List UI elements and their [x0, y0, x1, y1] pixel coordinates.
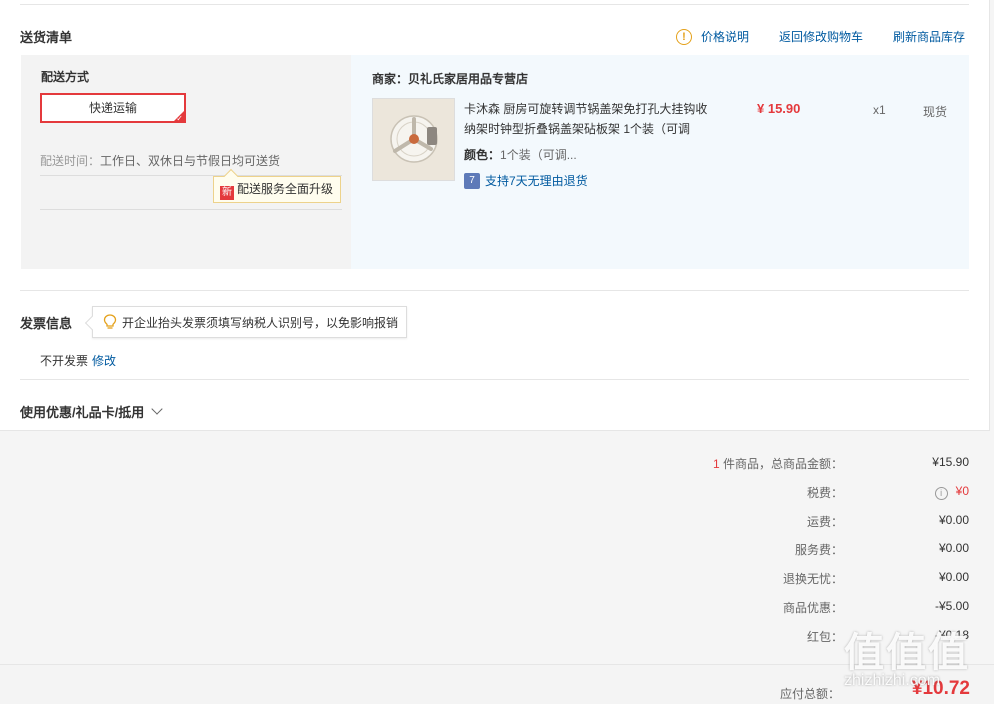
- summary-return-value: ¥0.00: [938, 570, 969, 584]
- summary-tax-value-wrap: i ¥0: [934, 484, 969, 500]
- service-upgrade-tip[interactable]: 新配送服务全面升级: [213, 168, 341, 203]
- return-policy-text: 支持7天无理由退货: [485, 174, 588, 188]
- price-explain-link[interactable]: 价格说明: [701, 28, 749, 45]
- shipping-time-value: 工作日、双休日与节假日均可送货: [100, 154, 281, 168]
- summary-goods-total: 1 件商品，总商品金额： ¥15.90: [600, 455, 970, 473]
- tooltip-arrow: [223, 168, 239, 184]
- item-count-suffix: 件商品，总商品金额：: [719, 457, 843, 471]
- summary-return-label: 退换无忧：: [782, 572, 843, 586]
- summary-service-fee-label: 服务费：: [794, 543, 843, 557]
- payable-label: 应付总额：: [779, 687, 840, 701]
- product-thumbnail[interactable]: [372, 98, 455, 181]
- delivery-list-title: 送货清单: [20, 30, 73, 45]
- coupon-toggle[interactable]: 使用优惠/礼品卡/抵用: [20, 402, 163, 421]
- summary-discount-label: 商品优惠：: [782, 601, 843, 615]
- summary-tax-value: ¥0: [955, 484, 969, 498]
- summary-tax: 税费： i ¥0: [600, 484, 970, 502]
- invoice-tip: 开企业抬头发票须填写纳税人识别号，以免影响报销: [84, 306, 407, 338]
- seven-day-return-icon: 7: [464, 172, 480, 189]
- back-to-cart-link[interactable]: 返回修改购物车: [779, 28, 863, 45]
- summary-return-worry-free: 退换无忧： ¥0.00: [600, 570, 970, 588]
- coupon-title: 使用优惠/礼品卡/抵用: [20, 405, 145, 420]
- summary-red-packet-value: -¥0.18: [934, 628, 969, 642]
- summary-service-fee-value: ¥0.00: [938, 541, 969, 555]
- summary-tax-label: 税费：: [806, 486, 843, 500]
- edit-invoice-link[interactable]: 修改: [92, 354, 116, 368]
- product-color: 颜色：1个装（可调...: [464, 146, 577, 163]
- product-quantity: x1: [873, 103, 886, 117]
- summary-service-fee: 服务费： ¥0.00: [600, 541, 970, 559]
- summary-goods-label: 1 件商品，总商品金额：: [713, 455, 843, 472]
- shipping-time: 配送时间：工作日、双休日与节假日均可送货: [40, 152, 280, 169]
- summary-discount: 商品优惠： -¥5.00: [600, 599, 970, 617]
- refresh-stock-link[interactable]: 刷新商品库存: [893, 28, 965, 45]
- return-policy[interactable]: 7 支持7天无理由退货: [464, 172, 588, 189]
- product-area: 商家：贝礼氏家居用品专营店 卡沐森 厨房可旋转调节锅盖架免打孔大挂钩收纳架时钟型…: [351, 55, 969, 269]
- product-color-value: 1个装（可调...: [500, 148, 577, 162]
- service-upgrade-text: 配送服务全面升级: [237, 182, 334, 196]
- product-title[interactable]: 卡沐森 厨房可旋转调节锅盖架免打孔大挂钩收纳架时钟型折叠锅盖架砧板架 1个装（可…: [464, 99, 714, 139]
- invoice-value: 不开发票 修改: [40, 352, 116, 369]
- info-icon[interactable]: i: [934, 487, 948, 500]
- divider: [20, 290, 969, 291]
- chevron-down-icon: [151, 403, 163, 415]
- express-shipping-label: 快递运输: [88, 101, 137, 115]
- tooltip-arrow: [84, 315, 100, 331]
- divider: [20, 4, 969, 5]
- warning-icon: !: [675, 28, 692, 45]
- summary-goods-value: ¥15.90: [932, 455, 969, 469]
- product-stock: 现货: [923, 105, 948, 119]
- check-icon: ✓: [176, 114, 183, 123]
- delivery-links: ! 价格说明 返回修改购物车 刷新商品库存: [675, 28, 965, 45]
- summary-discount-value: -¥5.00: [934, 599, 969, 613]
- express-shipping-button[interactable]: 快递运输 ✓: [40, 93, 186, 123]
- summary-shipping-value: ¥0.00: [938, 513, 969, 527]
- payable-value: ¥10.72: [911, 678, 970, 699]
- new-badge: 新: [220, 186, 234, 200]
- shipping-time-label: 配送时间：: [40, 154, 101, 168]
- shipping-method-area: 配送方式 快递运输 ✓ 配送时间：工作日、双休日与节假日均可送货 新配送服务全面…: [21, 55, 351, 269]
- invoice-tip-text: 开企业抬头发票须填写纳税人识别号，以免影响报销: [122, 315, 399, 330]
- summary-shipping: 运费： ¥0.00: [600, 513, 970, 531]
- invoice-type: 不开发票: [40, 354, 89, 368]
- summary-red-packet-label: 红包：: [806, 630, 843, 644]
- summary-red-packet: 红包： -¥0.18: [600, 628, 970, 646]
- item-count: 1: [712, 457, 720, 471]
- shop-name: 商家：贝礼氏家居用品专营店: [372, 72, 529, 86]
- shipping-method-label: 配送方式: [41, 70, 90, 84]
- invoice-title: 发票信息: [20, 316, 73, 331]
- product-price: ¥ 15.90: [757, 101, 801, 116]
- total-bar: 应付总额： ¥10.72: [0, 664, 994, 704]
- product-color-label: 颜色：: [464, 148, 501, 162]
- divider: [20, 379, 969, 380]
- checkout-panel: 送货清单 ! 价格说明 返回修改购物车 刷新商品库存 配送方式 快递运输 ✓ 配…: [0, 0, 990, 431]
- pot-lid-rack-image: [373, 99, 454, 180]
- divider: [40, 209, 342, 210]
- summary-shipping-label: 运费：: [806, 515, 843, 529]
- lightbulb-icon: [103, 314, 117, 329]
